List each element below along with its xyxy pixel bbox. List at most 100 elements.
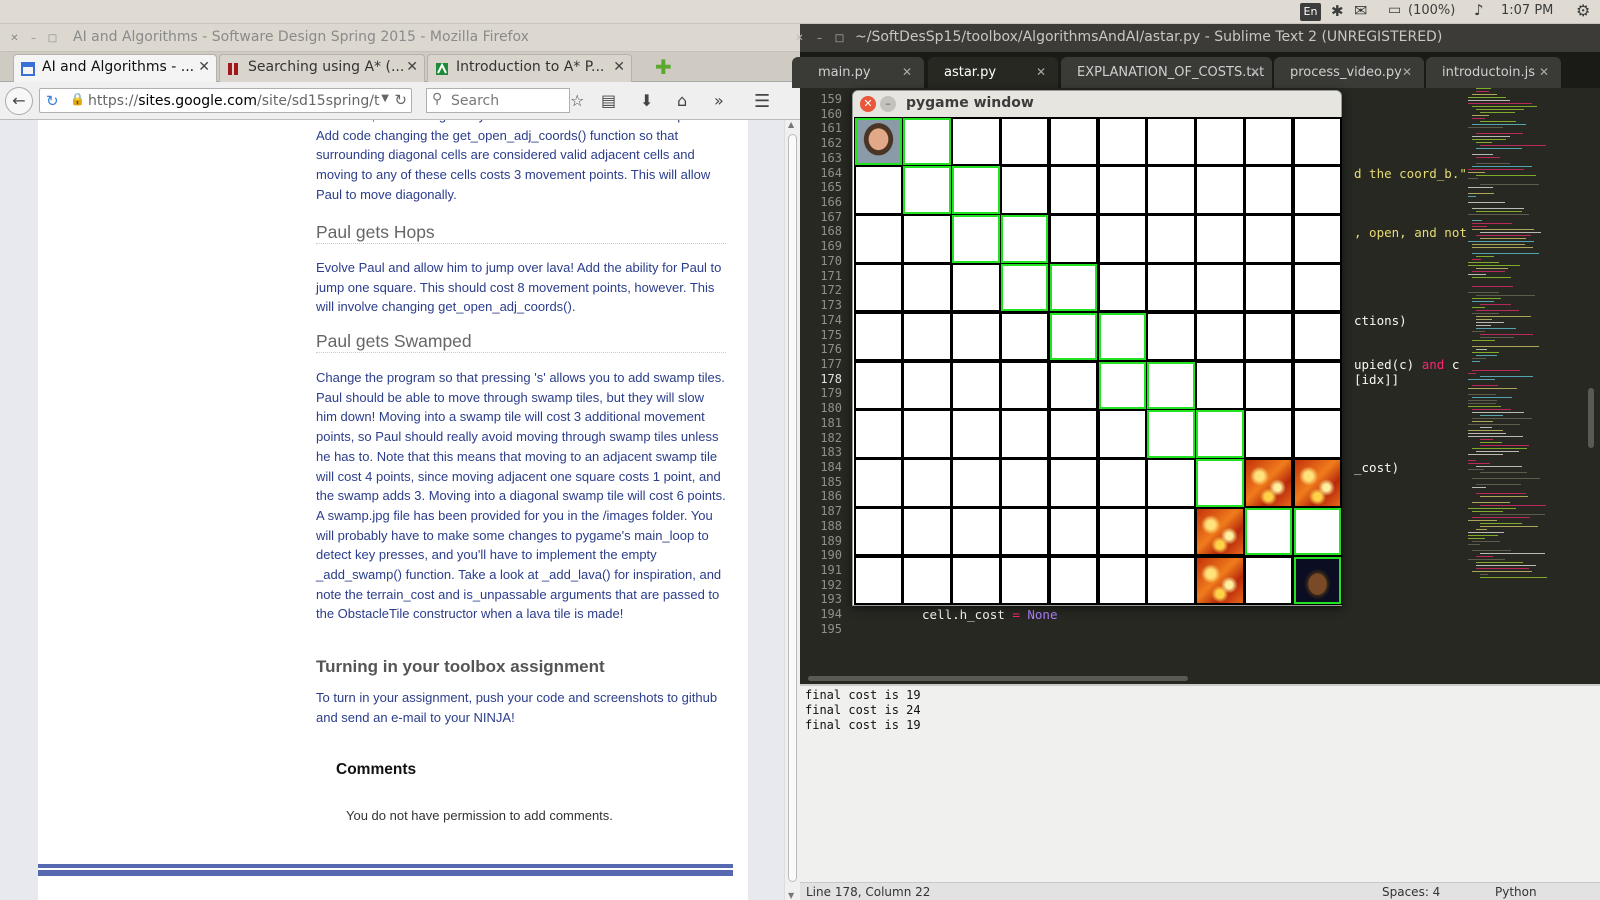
- grid-cell[interactable]: [1294, 313, 1341, 360]
- path-cell[interactable]: [1049, 312, 1098, 361]
- battery-icon[interactable]: ▭: [1388, 2, 1401, 20]
- grid-cell[interactable]: [904, 557, 950, 604]
- grid-cell[interactable]: [1001, 411, 1048, 457]
- grid-cell[interactable]: [855, 362, 901, 408]
- path-cell[interactable]: [1196, 410, 1244, 458]
- grid-cell[interactable]: [1197, 216, 1243, 262]
- path-cell[interactable]: [952, 215, 1000, 263]
- editor-horizontal-scrollbar[interactable]: [800, 673, 1600, 683]
- grid-cell[interactable]: [1148, 216, 1194, 262]
- tab-close-icon[interactable]: ✕: [1036, 65, 1046, 79]
- grid-cell[interactable]: [953, 411, 999, 457]
- grid-cell[interactable]: [1001, 508, 1048, 555]
- grid-cell[interactable]: [855, 264, 901, 311]
- grid-cell[interactable]: [1148, 167, 1194, 213]
- grid-cell[interactable]: [1001, 167, 1048, 213]
- grid-cell[interactable]: [953, 460, 999, 506]
- build-output-console[interactable]: final cost is 19 final cost is 24 final …: [800, 684, 1600, 882]
- path-cell[interactable]: [1147, 361, 1195, 409]
- back-button[interactable]: ←: [5, 87, 33, 115]
- grid-cell[interactable]: [1148, 118, 1194, 164]
- grid-cell[interactable]: [855, 508, 901, 555]
- grid-cell[interactable]: [1245, 362, 1292, 408]
- path-cell[interactable]: [903, 166, 951, 214]
- syntax-selector[interactable]: Python: [1495, 885, 1537, 899]
- path-cell[interactable]: [1293, 507, 1342, 556]
- tab-close-icon[interactable]: ✕: [198, 59, 210, 75]
- grid-cell[interactable]: [1050, 508, 1097, 555]
- tab-close-icon[interactable]: ✕: [902, 65, 912, 79]
- grid-cell[interactable]: [1245, 216, 1292, 262]
- url-bar[interactable]: ↻ 🔒 https://sites.google.com/site/sd15sp…: [39, 88, 412, 113]
- grid-cell[interactable]: [855, 167, 901, 213]
- grid-cell[interactable]: [904, 313, 950, 360]
- overflow-chevron-icon[interactable]: »: [714, 91, 724, 110]
- grid-cell[interactable]: [1245, 557, 1292, 604]
- grid-cell[interactable]: [855, 460, 901, 506]
- grid-cell[interactable]: [1001, 362, 1048, 408]
- grid-cell[interactable]: [1294, 264, 1341, 311]
- grid-cell[interactable]: [1197, 118, 1243, 164]
- grid-cell[interactable]: [1245, 167, 1292, 213]
- code-line-194[interactable]: cell.h_cost = None: [922, 607, 1057, 622]
- grid-cell[interactable]: [1197, 264, 1243, 311]
- search-field[interactable]: ⚲ Search: [426, 88, 570, 113]
- grid-cell[interactable]: [904, 508, 950, 555]
- lock-icon[interactable]: 🔒: [70, 92, 85, 106]
- scroll-up-icon[interactable]: ▲: [788, 120, 794, 129]
- reload-icon[interactable]: ↻: [394, 91, 407, 109]
- code-line-184[interactable]: _cost): [1354, 460, 1399, 475]
- tab-close-icon[interactable]: ✕: [1250, 65, 1260, 79]
- grid-cell[interactable]: [1197, 167, 1243, 213]
- grid-cell[interactable]: [855, 216, 901, 262]
- grid-cell[interactable]: [1050, 167, 1097, 213]
- grid-cell[interactable]: [904, 460, 950, 506]
- grid-cell[interactable]: [904, 362, 950, 408]
- grid-cell[interactable]: [1148, 557, 1194, 604]
- path-cell[interactable]: [952, 166, 1000, 214]
- grid-cell[interactable]: [1294, 167, 1341, 213]
- maximize-icon[interactable]: □: [46, 32, 59, 45]
- grid-cell[interactable]: [1050, 411, 1097, 457]
- bluetooth-icon[interactable]: ✱: [1331, 2, 1344, 20]
- lava-tile[interactable]: [1197, 557, 1243, 604]
- grid-cell[interactable]: [1099, 557, 1145, 604]
- paul-avatar-tile[interactable]: [854, 117, 902, 165]
- grid-cell[interactable]: [855, 557, 901, 604]
- grid-cell[interactable]: [1294, 362, 1341, 408]
- grid-cell[interactable]: [904, 216, 950, 262]
- grid-cell[interactable]: [953, 362, 999, 408]
- grid-cell[interactable]: [1148, 264, 1194, 311]
- code-line-164[interactable]: d the coord_b.""": [1354, 166, 1482, 181]
- mail-icon[interactable]: ✉: [1354, 1, 1367, 20]
- code-line-174[interactable]: ctions): [1354, 313, 1407, 328]
- grid-cell[interactable]: [953, 313, 999, 360]
- minimize-icon[interactable]: –: [880, 96, 896, 112]
- grid-cell[interactable]: [855, 313, 901, 360]
- lava-tile[interactable]: [1197, 508, 1243, 555]
- bookmarks-list-icon[interactable]: ▤: [601, 91, 616, 110]
- downloads-icon[interactable]: ⬇: [640, 91, 653, 110]
- minimap[interactable]: [1466, 88, 1581, 673]
- path-cell[interactable]: [1000, 215, 1049, 263]
- lava-tile[interactable]: [1245, 460, 1292, 506]
- tab-introductoin-js[interactable]: introductoin.js ✕: [1426, 57, 1561, 88]
- grid-cell[interactable]: [855, 411, 901, 457]
- grid-cell[interactable]: [1099, 167, 1145, 213]
- path-cell[interactable]: [1147, 410, 1195, 458]
- grid-cell[interactable]: [1148, 460, 1194, 506]
- cake-goal-tile[interactable]: [1293, 556, 1342, 605]
- keyboard-layout-indicator[interactable]: En: [1300, 3, 1321, 21]
- volume-icon[interactable]: ♪: [1474, 1, 1484, 19]
- path-cell[interactable]: [1244, 507, 1293, 556]
- clock[interactable]: 1:07 PM: [1501, 3, 1553, 21]
- minimize-icon[interactable]: –: [813, 32, 826, 45]
- bookmark-star-icon[interactable]: ☆: [570, 91, 584, 110]
- minimize-icon[interactable]: –: [27, 32, 40, 45]
- path-cell[interactable]: [1098, 361, 1146, 409]
- tab-astar-py[interactable]: astar.py ✕: [928, 57, 1058, 88]
- tab-main-py[interactable]: main.py ✕: [792, 57, 924, 88]
- indentation-setting[interactable]: Spaces: 4: [1382, 885, 1440, 899]
- maximize-icon[interactable]: □: [833, 32, 846, 45]
- grid-cell[interactable]: [1050, 118, 1097, 164]
